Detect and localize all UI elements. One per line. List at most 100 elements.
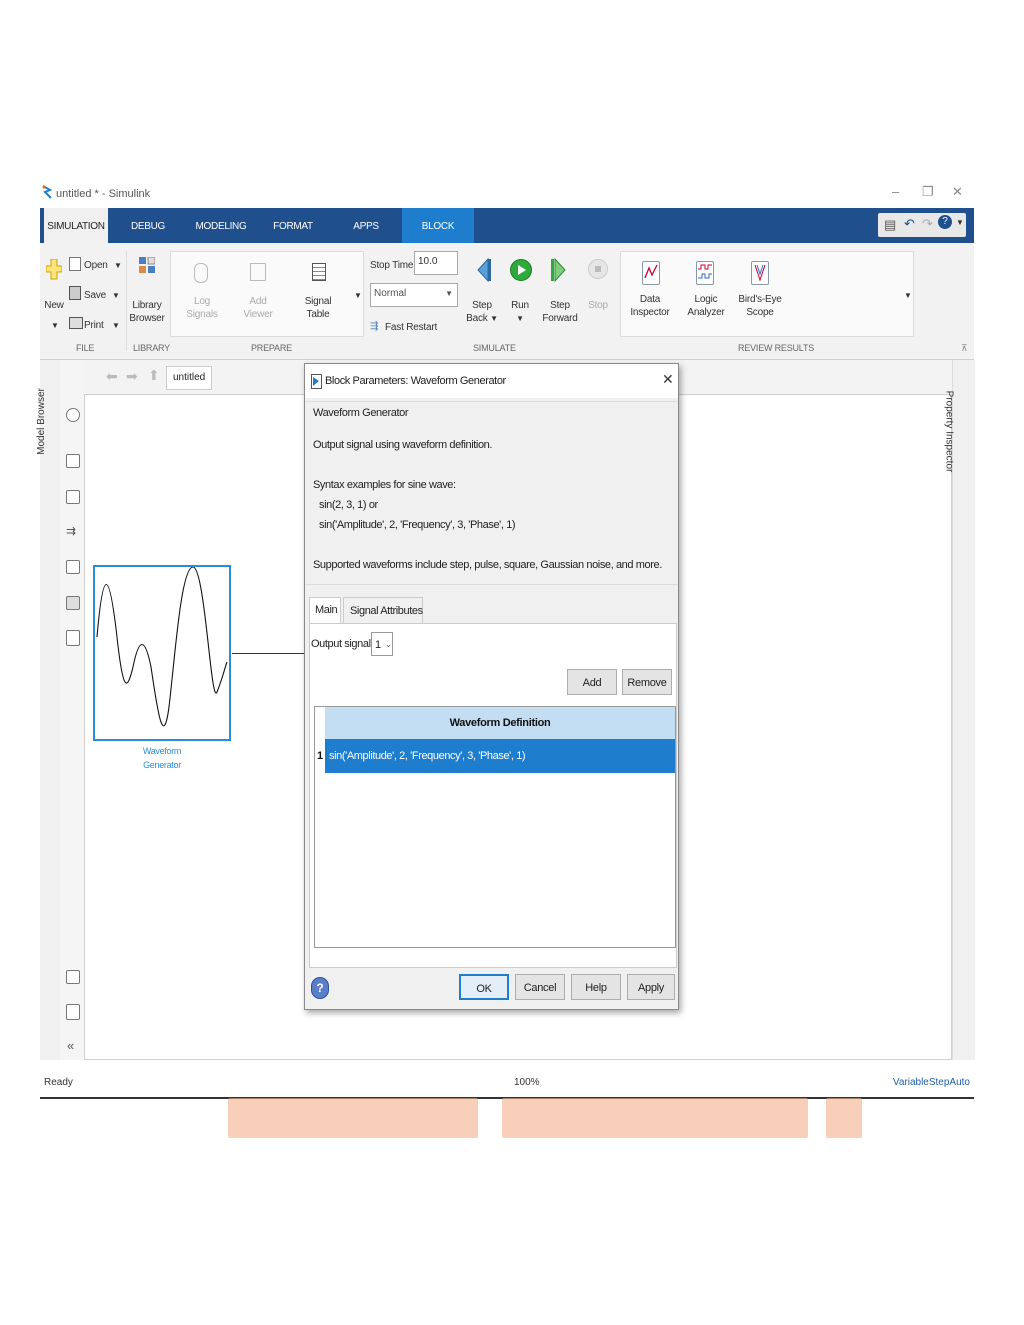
signal-table-button[interactable]: Signal Table xyxy=(300,295,336,321)
save-quick-icon[interactable]: ▤ xyxy=(884,217,896,233)
output-signal-value: 1 xyxy=(375,639,382,651)
zoom-icon[interactable] xyxy=(66,454,80,468)
waveform-definition-table: Waveform Definition 1 sin('Amplitude', 2… xyxy=(314,706,676,948)
log-signals-icon xyxy=(194,263,208,283)
annotation-icon[interactable] xyxy=(66,560,80,574)
model-browser-label[interactable]: Model Browser xyxy=(36,388,47,455)
stop-time-input[interactable]: 10.0 xyxy=(414,251,458,275)
birds-eye-scope-icon xyxy=(751,261,769,285)
close-icon[interactable]: ✕ xyxy=(662,371,674,388)
breadcrumb[interactable]: untitled xyxy=(166,366,213,390)
output-signal-select[interactable]: 1 ⌄ xyxy=(371,632,393,656)
supported-waveforms-text: Supported waveforms include step, pulse,… xyxy=(313,559,662,571)
syntax-title: Syntax examples for sine wave: xyxy=(313,479,456,491)
add-viewer-label-2: Viewer xyxy=(243,309,273,320)
review-expand-icon[interactable]: ▼ xyxy=(904,291,912,300)
divider xyxy=(305,584,678,585)
save-dropdown-icon[interactable]: ▼ xyxy=(112,291,120,300)
open-button[interactable]: Open xyxy=(84,259,108,272)
birds-eye-scope-button[interactable]: Bird's-Eye Scope xyxy=(738,293,782,319)
help-button[interactable]: Help xyxy=(571,974,621,1000)
fast-restart-button[interactable]: Fast Restart xyxy=(385,321,437,334)
chevron-down-icon: ⌄ xyxy=(385,640,392,649)
redo-icon[interactable]: ↷ xyxy=(922,216,933,232)
logic-analyzer-label-2: Analyzer xyxy=(687,307,725,318)
ok-button[interactable]: OK xyxy=(459,974,509,1000)
logic-analyzer-button[interactable]: Logic Analyzer xyxy=(684,293,728,319)
tab-main[interactable]: Main xyxy=(309,597,341,624)
table-row[interactable]: sin('Amplitude', 2, 'Frequency', 3, 'Pha… xyxy=(325,739,675,773)
open-dropdown-icon[interactable]: ▼ xyxy=(114,261,122,270)
cancel-button[interactable]: Cancel xyxy=(515,974,565,1000)
prepare-expand-icon[interactable]: ▼ xyxy=(354,291,362,300)
run-button[interactable]: Run ▼ xyxy=(506,299,534,325)
group-label-library: LIBRARY xyxy=(133,343,170,353)
hide-show-icon[interactable] xyxy=(66,408,80,422)
screenshot-icon[interactable] xyxy=(66,970,80,984)
data-inspector-label-2: Inspector xyxy=(630,307,670,318)
help-icon[interactable]: ? xyxy=(938,215,952,229)
tab-signal-attributes[interactable]: Signal Attributes xyxy=(343,597,423,624)
tab-simulation[interactable]: SIMULATION xyxy=(44,208,108,243)
save-button[interactable]: Save xyxy=(84,289,106,302)
collapse-palette-icon[interactable]: « xyxy=(67,1038,74,1053)
chevron-down-icon[interactable]: ▼ xyxy=(956,218,964,227)
ribbon-tab-bar: SIMULATION DEBUG MODELING FORMAT APPS BL… xyxy=(40,208,974,243)
step-forward-button[interactable]: Step Forward xyxy=(540,299,580,325)
area-icon[interactable] xyxy=(66,630,80,646)
apply-button[interactable]: Apply xyxy=(627,974,675,1000)
signal-line[interactable] xyxy=(232,653,304,654)
new-button[interactable]: New xyxy=(42,299,66,312)
simulation-mode-value: Normal xyxy=(374,288,407,299)
model-info-icon[interactable] xyxy=(66,1004,80,1020)
property-inspector-label[interactable]: Property Inspector xyxy=(943,391,954,473)
open-icon xyxy=(69,257,81,271)
tab-debug[interactable]: DEBUG xyxy=(120,208,176,243)
back-arrow-icon[interactable]: ⬅ xyxy=(106,368,118,385)
add-viewer-button[interactable]: Add Viewer xyxy=(240,295,276,321)
fast-restart-icon: ⇶ xyxy=(370,321,379,332)
property-inspector-panel[interactable]: Property Inspector xyxy=(943,360,975,1060)
simulation-mode-select[interactable]: Normal ▼ xyxy=(370,283,458,307)
fit-to-view-icon[interactable] xyxy=(66,490,80,504)
step-back-button[interactable]: Step Back ▼ xyxy=(464,299,500,325)
print-button[interactable]: Print xyxy=(84,319,104,332)
tab-modeling[interactable]: MODELING xyxy=(186,208,256,243)
new-model-icon[interactable] xyxy=(45,258,63,280)
logic-analyzer-icon xyxy=(696,261,714,285)
library-browser-button[interactable]: Library Browser xyxy=(128,299,166,325)
model-browser-panel[interactable]: Model Browser xyxy=(36,360,60,1060)
waveform-generator-block[interactable] xyxy=(93,565,231,741)
add-button[interactable]: Add xyxy=(567,669,617,695)
restore-icon[interactable]: ❐ xyxy=(922,184,934,200)
close-window-icon[interactable]: ✕ xyxy=(952,184,963,200)
up-arrow-icon[interactable]: ⬆ xyxy=(148,367,160,384)
log-signals-label-1: Log xyxy=(193,296,211,307)
remove-button[interactable]: Remove xyxy=(622,669,672,695)
tab-format[interactable]: FORMAT xyxy=(266,208,320,243)
dialog-help-icon[interactable]: ? xyxy=(311,977,329,999)
undo-icon[interactable]: ↶ xyxy=(904,216,915,232)
tab-block[interactable]: BLOCK xyxy=(402,208,474,243)
new-dropdown-icon[interactable]: ▼ xyxy=(51,321,59,330)
step-forward-label-1: Step xyxy=(550,300,570,311)
data-inspector-label-1: Data xyxy=(639,294,661,305)
signal-table-label-1: Signal xyxy=(304,296,332,307)
syntax-example-2: sin('Amplitude', 2, 'Frequency', 3, 'Pha… xyxy=(319,519,516,531)
image-icon[interactable] xyxy=(66,596,80,610)
collapse-toolstrip-icon[interactable]: ⊼ xyxy=(961,343,968,354)
tab-apps[interactable]: APPS xyxy=(340,208,392,243)
block-label[interactable]: Waveform Generator xyxy=(100,744,224,772)
forward-arrow-icon[interactable]: ➡ xyxy=(126,368,138,385)
solver-link[interactable]: VariableStepAuto xyxy=(893,1077,970,1088)
minimize-icon[interactable]: – xyxy=(892,184,899,199)
stop-icon xyxy=(588,259,608,279)
signal-table-icon xyxy=(312,263,326,281)
stop-button[interactable]: Stop xyxy=(584,299,612,312)
dialog-title: Block Parameters: Waveform Generator xyxy=(325,375,506,387)
group-label-review: REVIEW RESULTS xyxy=(738,343,815,353)
print-dropdown-icon[interactable]: ▼ xyxy=(112,321,120,330)
data-inspector-button[interactable]: Data Inspector xyxy=(628,293,672,319)
route-lines-icon[interactable]: ⇉ xyxy=(66,524,76,538)
log-signals-button[interactable]: Log Signals xyxy=(184,295,220,321)
